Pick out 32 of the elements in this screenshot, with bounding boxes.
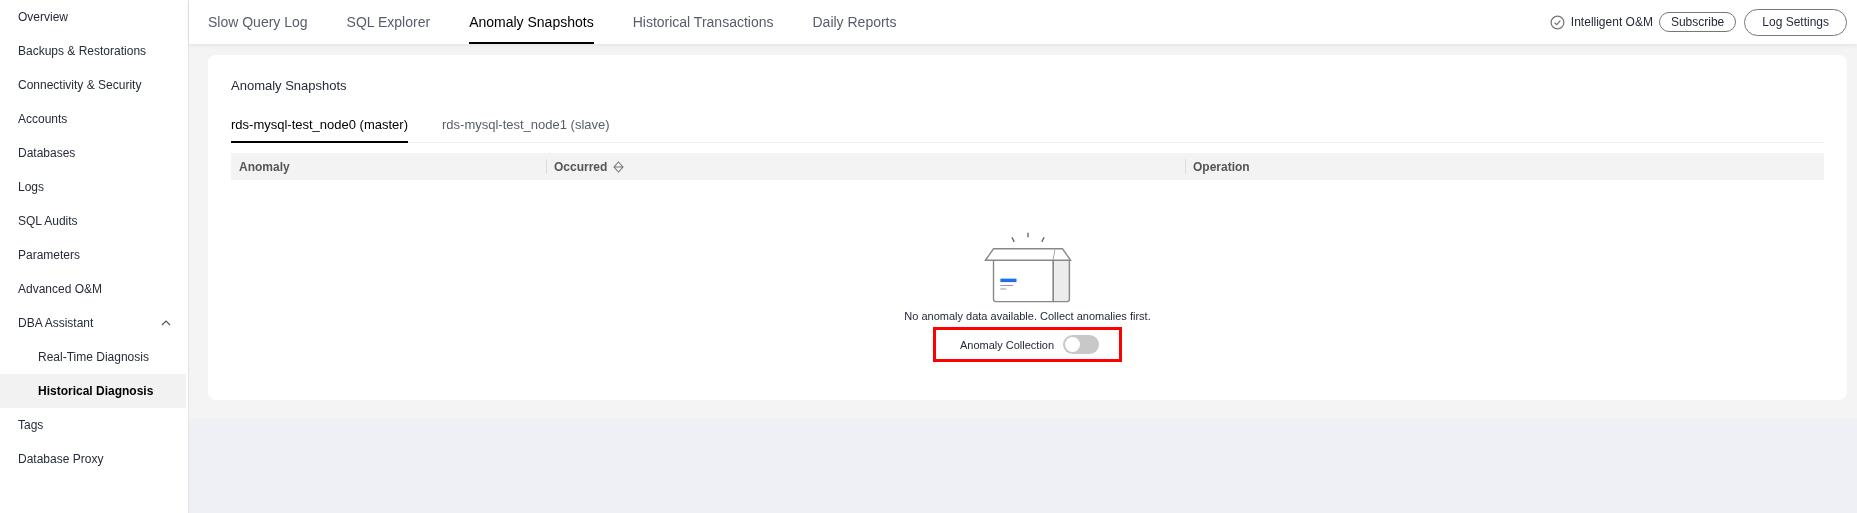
sidebar-item[interactable]: Accounts: [0, 102, 186, 136]
column-header: Operation: [1193, 159, 1250, 174]
column-header: Anomaly: [239, 159, 290, 174]
tab[interactable]: Historical Transactions: [632, 0, 774, 44]
sidebar-item[interactable]: DBA Assistant: [0, 306, 186, 340]
sidebar-item[interactable]: Database Proxy: [0, 442, 186, 476]
column-header: Occurred: [554, 159, 608, 174]
empty-message: No anomaly data available. Collect anomalies first.: [904, 310, 1151, 322]
sidebar-item[interactable]: Databases: [0, 136, 186, 170]
sort-icon[interactable]: [613, 160, 625, 173]
sidebar-item[interactable]: Overview: [0, 0, 186, 34]
sidebar-item[interactable]: Backups & Restorations: [0, 34, 186, 68]
sidebar-item[interactable]: Tags: [0, 408, 186, 442]
sidebar-item[interactable]: Advanced O&M: [0, 272, 186, 306]
intelligent-om-label: Intelligent O&M: [1570, 15, 1653, 29]
sidebar-item[interactable]: SQL Audits: [0, 204, 186, 238]
sidebar-item[interactable]: Connectivity & Security: [0, 68, 186, 102]
node-tab[interactable]: rds-mysql-test_node0 (master): [231, 111, 408, 143]
node-tab[interactable]: rds-mysql-test_node1 (slave): [442, 111, 610, 143]
sidebar-item[interactable]: Historical Diagnosis: [0, 374, 186, 408]
toggle-switch[interactable]: [1063, 335, 1100, 354]
check-circle-icon: [1549, 14, 1565, 30]
sidebar-item[interactable]: Parameters: [0, 238, 186, 272]
tab[interactable]: Daily Reports: [812, 0, 897, 44]
sidebar-item[interactable]: Logs: [0, 170, 186, 204]
tab[interactable]: Slow Query Log: [208, 0, 308, 44]
card-title: Anomaly Snapshots: [231, 77, 348, 93]
log-settings-button[interactable]: Log Settings: [1744, 8, 1847, 36]
subscribe-button[interactable]: Subscribe: [1658, 12, 1737, 32]
toggle-label: Anomaly Collection: [959, 338, 1055, 351]
sidebar-item[interactable]: Real-Time Diagnosis: [0, 340, 186, 374]
tab[interactable]: SQL Explorer: [346, 0, 431, 44]
